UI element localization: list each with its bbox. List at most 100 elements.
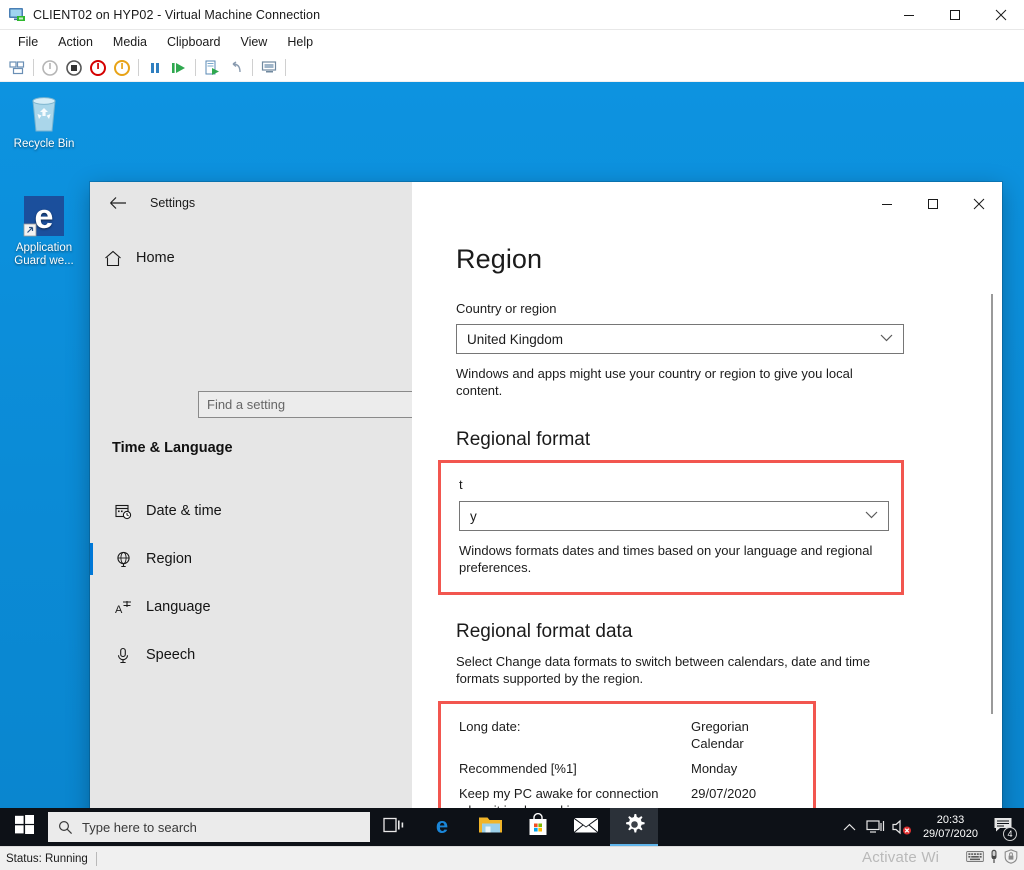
regional-format-select[interactable]: y <box>459 501 889 531</box>
taskbar-search-box[interactable]: Type here to search <box>48 812 370 842</box>
vm-titlebar: CLIENT02 on HYP02 - Virtual Machine Conn… <box>0 0 1024 30</box>
region-page: Region Country or region United Kingdom … <box>412 182 1002 808</box>
desktop[interactable]: Recycle Bin e Application Guard we... Se… <box>0 82 1024 808</box>
activation-watermark: Activate Wi <box>862 849 940 866</box>
settings-close-button[interactable] <box>956 182 1002 226</box>
regional-format-data-description: Select Change data formats to switch bet… <box>456 654 871 686</box>
globe-icon <box>100 551 146 568</box>
menu-clipboard[interactable]: Clipboard <box>157 32 231 52</box>
vm-minimize-button[interactable] <box>886 0 932 30</box>
chevron-down-icon <box>865 510 878 522</box>
sidebar-item-label: Date & time <box>146 503 222 519</box>
file-explorer-button[interactable] <box>466 808 514 846</box>
gear-icon <box>623 813 646 841</box>
sidebar-category-heading: Time & Language <box>112 440 233 456</box>
enhanced-session-button[interactable] <box>257 57 281 79</box>
shield-lock-icon[interactable] <box>1004 848 1018 869</box>
sidebar-item-language[interactable]: A Language <box>90 583 412 631</box>
toolbar-divider <box>33 59 34 76</box>
start-button[interactable] <box>38 57 62 79</box>
shut-down-button[interactable] <box>86 57 110 79</box>
toolbar-divider <box>195 59 196 76</box>
vm-status-text: Status: Running <box>6 852 88 865</box>
desktop-icon-application-guard[interactable]: e Application Guard we... <box>4 192 84 268</box>
reset-button[interactable] <box>167 57 191 79</box>
start-button[interactable] <box>0 808 48 846</box>
settings-window: Settings Home Find a setting Time & Lang… <box>90 182 1002 808</box>
vm-console-icon <box>8 7 26 23</box>
vm-maximize-button[interactable] <box>932 0 978 30</box>
row-key: Long date: <box>459 719 521 734</box>
ctrl-alt-del-button[interactable] <box>5 57 29 79</box>
page-title: Region <box>456 244 543 274</box>
microsoft-store-button[interactable] <box>514 808 562 846</box>
row-key: Keep my PC awake for connection when it … <box>459 786 659 808</box>
row-value: Monday <box>691 761 738 776</box>
settings-button[interactable] <box>610 808 658 846</box>
settings-sidebar: Settings Home Find a setting Time & Lang… <box>90 182 483 808</box>
sidebar-item-label: Speech <box>146 647 196 663</box>
sidebar-item-label: Home <box>136 250 175 266</box>
content-scrollbar[interactable] <box>991 294 993 714</box>
regional-format-data-highlight-box: Long date: Gregorian Calendar Recommende… <box>438 701 816 808</box>
usb-icon[interactable] <box>989 849 999 869</box>
menu-view[interactable]: View <box>230 32 277 52</box>
status-divider <box>95 851 97 866</box>
sidebar-item-region[interactable]: Region <box>90 535 412 583</box>
menu-help[interactable]: Help <box>277 32 323 52</box>
sidebar-item-label: Language <box>146 599 211 615</box>
pause-button[interactable] <box>143 57 167 79</box>
sidebar-nav: Date & time Region A Language Speech <box>90 487 412 679</box>
sidebar-item-date-time[interactable]: Date & time <box>90 487 412 535</box>
settings-content-pane: Region Country or region United Kingdom … <box>412 182 1002 808</box>
home-icon <box>90 250 136 267</box>
turn-off-button[interactable] <box>62 57 86 79</box>
desktop-icon-recycle-bin[interactable]: Recycle Bin <box>4 88 84 151</box>
svg-text:A: A <box>115 604 123 616</box>
taskbar-clock[interactable]: 20:33 29/07/2020 <box>915 808 986 846</box>
menu-file[interactable]: File <box>8 32 48 52</box>
taskbar-search-placeholder: Type here to search <box>82 819 197 835</box>
edge-button[interactable]: e <box>418 808 466 846</box>
vm-menubar: File Action Media Clipboard View Help <box>0 30 1024 54</box>
checkpoint-button[interactable] <box>200 57 224 79</box>
mail-button[interactable] <box>562 808 610 846</box>
taskbar-apps: e <box>370 808 658 846</box>
row-key: Recommended [%1] <box>459 761 577 776</box>
regional-format-label: t <box>459 477 463 492</box>
regional-format-description: Windows formats dates and times based on… <box>459 543 873 575</box>
sidebar-item-home[interactable]: Home <box>90 240 412 276</box>
vm-status-icons <box>966 848 1024 869</box>
settings-maximize-button[interactable] <box>910 182 956 226</box>
notification-center-button[interactable]: 4 <box>986 808 1020 846</box>
settings-minimize-button[interactable] <box>864 182 910 226</box>
menu-action[interactable]: Action <box>48 32 103 52</box>
task-view-icon <box>383 816 405 839</box>
save-state-button[interactable] <box>110 57 134 79</box>
menu-media[interactable]: Media <box>103 32 157 52</box>
selection-indicator <box>90 543 93 575</box>
sidebar-item-speech[interactable]: Speech <box>90 631 412 679</box>
mail-envelope-icon <box>573 815 599 840</box>
toolbar-divider <box>252 59 253 76</box>
toolbar-divider <box>285 59 286 76</box>
store-bag-icon <box>527 812 549 842</box>
network-monitor-icon[interactable] <box>863 808 889 846</box>
vm-window-controls <box>886 0 1024 30</box>
settings-app-title: Settings <box>150 196 196 210</box>
svg-text:e: e <box>35 198 54 236</box>
vm-close-button[interactable] <box>978 0 1024 30</box>
regional-format-select-value: y <box>470 508 477 524</box>
back-arrow-icon[interactable] <box>98 187 138 219</box>
speaker-muted-icon[interactable] <box>889 808 915 846</box>
revert-button[interactable] <box>224 57 248 79</box>
table-row: Recommended [%1] Monday <box>459 756 797 781</box>
country-select[interactable]: United Kingdom <box>456 324 904 354</box>
show-hidden-icons-button[interactable] <box>837 808 863 846</box>
settings-topbar: Settings <box>90 182 412 224</box>
clock-date: 29/07/2020 <box>922 828 978 840</box>
folder-icon <box>478 814 503 840</box>
notification-badge: 4 <box>1003 827 1017 841</box>
task-view-button[interactable] <box>370 808 418 846</box>
regional-format-highlight-box: t y Windows formats dates and times base… <box>438 460 904 595</box>
